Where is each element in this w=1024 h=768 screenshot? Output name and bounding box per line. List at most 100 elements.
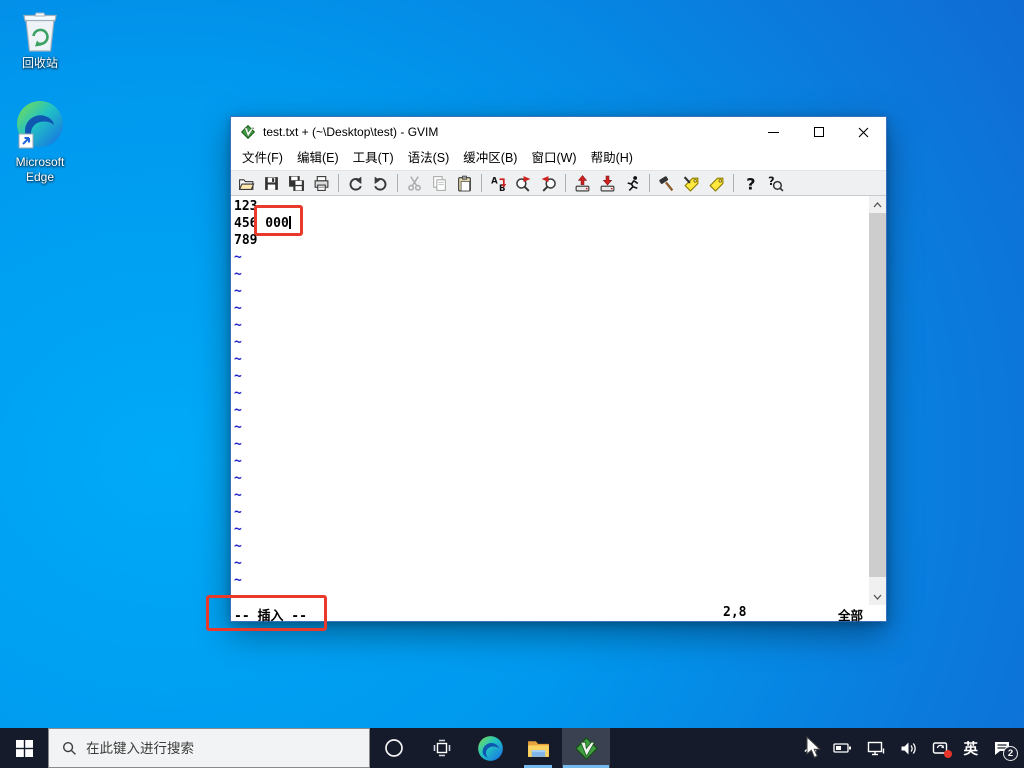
minimize-icon [768,132,779,133]
desktop-icon-microsoft-edge[interactable]: Microsoft Edge [4,100,76,185]
taskbar-file-explorer-button[interactable] [514,728,562,768]
tilde-line: ~ [234,589,869,605]
find-next-button[interactable] [512,172,535,194]
status-bar: -- 插入 -- 2,8 全部 [231,605,886,621]
save-all-button[interactable] [285,172,308,194]
taskbar-cortana-button[interactable] [370,728,418,768]
find-next-icon [515,175,532,192]
system-tray: 英2 [803,728,1024,768]
close-button[interactable] [841,117,886,147]
tilde-line: ~ [234,368,869,385]
recycle-bin-label: 回收站 [4,56,76,71]
annotation-box-inserted-text [254,205,303,236]
task-view-icon [433,739,451,757]
menu-tools[interactable]: 工具(T) [346,147,401,170]
cut-icon [406,175,423,192]
volume-icon[interactable] [900,741,917,756]
tilde-line: ~ [234,572,869,589]
alert-dot [944,750,952,758]
cut-button[interactable] [403,172,426,194]
undo-button[interactable] [344,172,367,194]
replace-button[interactable]: AB [487,172,510,194]
save-session-button[interactable] [596,172,619,194]
find-prev-button[interactable] [537,172,560,194]
close-icon [858,127,869,138]
screen-share-icon[interactable] [932,741,949,756]
vertical-scrollbar[interactable] [869,196,886,605]
edge-icon [477,735,504,762]
tilde-line: ~ [234,504,869,521]
buffer-line: 456 000 [234,215,869,232]
mouse-cursor [806,736,826,760]
tilde-line: ~ [234,351,869,368]
tilde-line: ~ [234,266,869,283]
tilde-line: ~ [234,249,869,266]
taskbar-gvim-button[interactable] [562,728,610,768]
scroll-position: 全部 [838,605,863,624]
tilde-line: ~ [234,419,869,436]
help-icon: ? [742,175,759,192]
file-explorer-icon [526,736,551,761]
start-button[interactable] [0,728,48,768]
taskbar-task-view-button[interactable] [418,728,466,768]
menu-help[interactable]: 帮助(H) [584,147,640,170]
menu-file[interactable]: 文件(F) [235,147,290,170]
menu-edit[interactable]: 编辑(E) [290,147,346,170]
save-icon [263,175,280,192]
tilde-line: ~ [234,453,869,470]
scroll-up-arrow[interactable] [869,196,886,213]
redo-icon [372,175,389,192]
replace-icon: AB [490,175,507,192]
scrollbar-thumb[interactable] [869,213,886,577]
text-area[interactable]: 123456 000789~~~~~~~~~~~~~~~~~~~~~ [231,196,869,605]
save-button[interactable] [260,172,283,194]
menu-buffers[interactable]: 缓冲区(B) [456,147,524,170]
ime-indicator[interactable]: 英 [964,738,979,759]
battery-icon[interactable] [833,741,852,755]
desktop-icon-recycle-bin[interactable]: 回收站 [4,7,76,71]
action-center-icon[interactable]: 2 [993,740,1011,756]
load-session-button[interactable] [571,172,594,194]
open-button[interactable] [235,172,258,194]
buffer-line: 123 [234,198,869,215]
paste-icon [456,175,473,192]
maximize-button[interactable] [796,117,841,147]
run-script-button[interactable] [621,172,644,194]
search-input[interactable] [86,741,326,756]
run-script-icon [624,175,641,192]
make-icon [658,175,675,192]
tilde-line: ~ [234,487,869,504]
edge-icon [15,100,65,152]
taskbar: 英2 [0,728,1024,768]
vim-logo-icon [240,124,256,140]
copy-button[interactable] [428,172,451,194]
taskbar-edge-button[interactable] [466,728,514,768]
minimize-button[interactable] [751,117,796,147]
print-icon [313,175,330,192]
tilde-line: ~ [234,283,869,300]
buffer-line: 789 [234,232,869,249]
cursor-position: 2,8 [723,605,746,620]
build-tags-button[interactable] [680,172,703,194]
find-prev-icon [540,175,557,192]
find-help-button[interactable]: ? [764,172,787,194]
menu-window[interactable]: 窗口(W) [524,147,583,170]
search-icon [62,741,77,756]
toolbar-separator [481,174,482,192]
taskbar-search[interactable] [48,728,370,768]
svg-text:A: A [491,176,498,186]
jump-tag-button[interactable] [705,172,728,194]
scroll-down-arrow[interactable] [869,588,886,605]
menu-syntax[interactable]: 语法(S) [401,147,457,170]
tilde-line: ~ [234,470,869,487]
make-button[interactable] [655,172,678,194]
paste-button[interactable] [453,172,476,194]
tilde-line: ~ [234,300,869,317]
redo-button[interactable] [369,172,392,194]
print-button[interactable] [310,172,333,194]
toolbar-separator [733,174,734,192]
windows-logo-icon [16,740,33,757]
network-icon[interactable] [867,741,885,756]
help-button[interactable]: ? [739,172,762,194]
title-bar[interactable]: test.txt + (~\Desktop\test) - GVIM [231,117,886,147]
